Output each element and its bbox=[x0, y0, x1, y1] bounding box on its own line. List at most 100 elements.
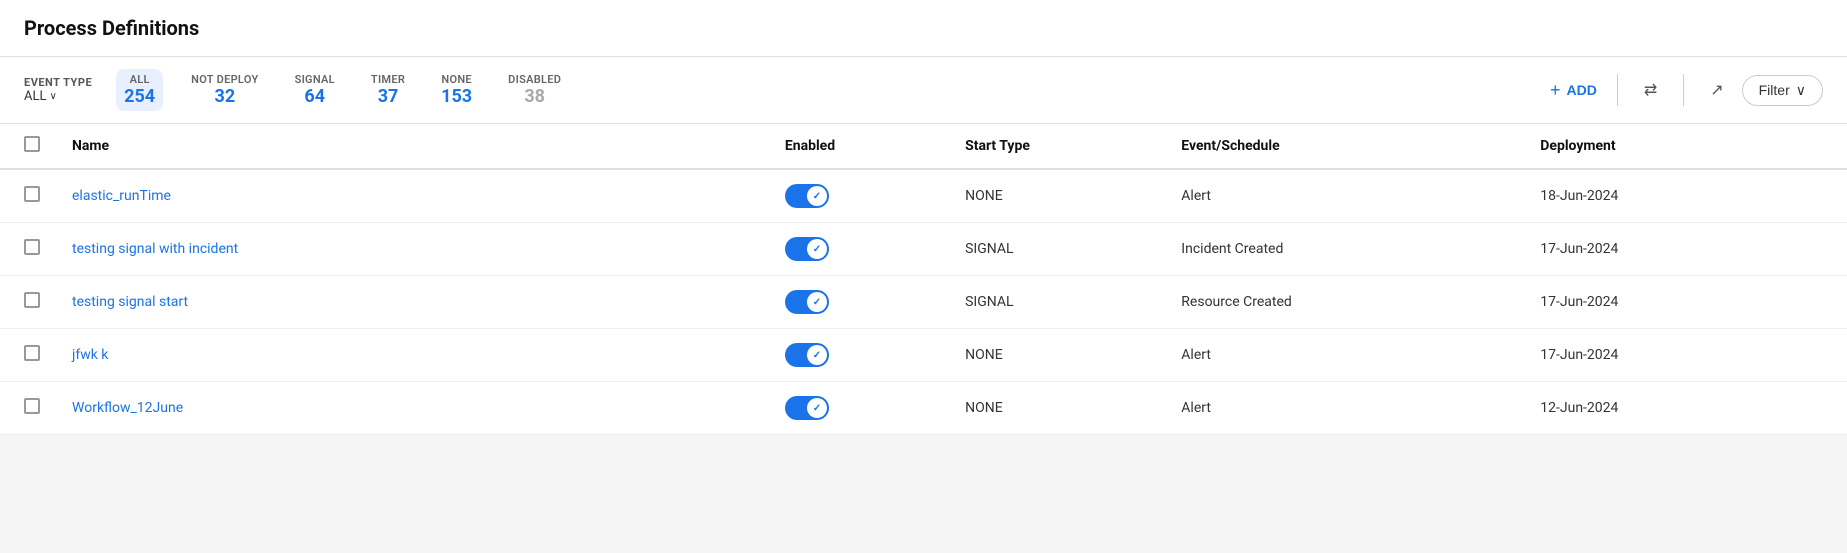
table-row: testing signal start ✓ SIGNALResource Crea… bbox=[0, 276, 1847, 329]
row-enabled-0[interactable]: ✓ bbox=[769, 169, 949, 223]
row-start-type-0: NONE bbox=[949, 169, 1165, 223]
name-link-2[interactable]: testing signal start bbox=[72, 294, 188, 310]
toolbar-actions: + ADD ⇄ ↗ Filter ∨ bbox=[1550, 74, 1823, 106]
col-header-enabled: Enabled bbox=[769, 124, 949, 169]
row-checkbox-1[interactable] bbox=[0, 223, 56, 276]
checkbox-3[interactable] bbox=[24, 345, 40, 361]
toggle-check-icon-4: ✓ bbox=[813, 403, 821, 414]
event-type-label-group: EVENT TYPE ALL ∨ bbox=[24, 76, 92, 104]
download-button[interactable]: ↗ bbox=[1704, 76, 1729, 104]
row-checkbox-4[interactable] bbox=[0, 382, 56, 435]
chevron-down-icon: ∨ bbox=[49, 91, 56, 102]
event-type-value: ALL bbox=[24, 89, 46, 104]
row-checkbox-0[interactable] bbox=[0, 169, 56, 223]
row-checkbox-2[interactable] bbox=[0, 276, 56, 329]
tab-disabled[interactable]: DISABLED38 bbox=[500, 69, 569, 111]
row-enabled-3[interactable]: ✓ bbox=[769, 329, 949, 382]
tab-group: ALL254 NOT DEPLOY32 SIGNAL64 TIMER37 NONE153… bbox=[116, 69, 569, 111]
table-header-row: Name Enabled Start Type Event/Schedule D… bbox=[0, 124, 1847, 169]
toggle-3[interactable]: ✓ bbox=[785, 343, 829, 367]
tab-label-not_deploy: NOT DEPLOY bbox=[191, 73, 258, 86]
row-deployment-3: 17-Jun-2024 bbox=[1524, 329, 1847, 382]
tab-label-none: NONE bbox=[441, 73, 472, 86]
toolbar-divider-2 bbox=[1683, 74, 1684, 106]
page-title-bar: Process Definitions bbox=[0, 0, 1847, 57]
row-enabled-1[interactable]: ✓ bbox=[769, 223, 949, 276]
row-start-type-2: SIGNAL bbox=[949, 276, 1165, 329]
tab-all[interactable]: ALL254 bbox=[116, 69, 163, 111]
event-type-label: EVENT TYPE bbox=[24, 76, 92, 89]
tab-count-timer: 37 bbox=[378, 86, 399, 107]
select-all-checkbox[interactable] bbox=[24, 136, 40, 152]
add-button[interactable]: + ADD bbox=[1550, 80, 1597, 101]
page-title: Process Definitions bbox=[24, 16, 1823, 40]
main-content: Name Enabled Start Type Event/Schedule D… bbox=[0, 124, 1847, 547]
row-deployment-2: 17-Jun-2024 bbox=[1524, 276, 1847, 329]
row-checkbox-3[interactable] bbox=[0, 329, 56, 382]
row-deployment-4: 12-Jun-2024 bbox=[1524, 382, 1847, 435]
tab-not_deploy[interactable]: NOT DEPLOY32 bbox=[183, 69, 266, 111]
chevron-down-icon: ∨ bbox=[1796, 82, 1806, 99]
toggle-check-icon-1: ✓ bbox=[813, 244, 821, 255]
tab-count-none: 153 bbox=[441, 86, 472, 107]
tab-count-signal: 64 bbox=[304, 86, 325, 107]
toggle-2[interactable]: ✓ bbox=[785, 290, 829, 314]
table-row: jfwk k ✓ NONEAlert17-Jun-2024 bbox=[0, 329, 1847, 382]
tab-none[interactable]: NONE153 bbox=[433, 69, 480, 111]
col-header-start-type: Start Type bbox=[949, 124, 1165, 169]
checkbox-1[interactable] bbox=[24, 239, 40, 255]
toggle-check-icon-2: ✓ bbox=[813, 297, 821, 308]
row-deployment-0: 18-Jun-2024 bbox=[1524, 169, 1847, 223]
table-wrapper[interactable]: Name Enabled Start Type Event/Schedule D… bbox=[0, 124, 1847, 547]
row-name-0: elastic_runTime bbox=[56, 169, 769, 223]
table-row: testing signal with incident ✓ SIGNALIncid… bbox=[0, 223, 1847, 276]
tab-label-all: ALL bbox=[130, 73, 150, 86]
toggle-4[interactable]: ✓ bbox=[785, 396, 829, 420]
name-link-0[interactable]: elastic_runTime bbox=[72, 188, 171, 204]
plus-icon: + bbox=[1550, 80, 1561, 101]
row-start-type-3: NONE bbox=[949, 329, 1165, 382]
col-header-name: Name bbox=[56, 124, 769, 169]
row-start-type-1: SIGNAL bbox=[949, 223, 1165, 276]
name-link-1[interactable]: testing signal with incident bbox=[72, 241, 238, 257]
toggle-knob-2: ✓ bbox=[807, 292, 827, 312]
row-event-schedule-2: Resource Created bbox=[1165, 276, 1524, 329]
checkbox-4[interactable] bbox=[24, 398, 40, 414]
toggle-knob-1: ✓ bbox=[807, 239, 827, 259]
table-row: Workflow_12June ✓ NONEAlert12-Jun-2024 bbox=[0, 382, 1847, 435]
toolbar-divider bbox=[1617, 74, 1618, 106]
toggle-0[interactable]: ✓ bbox=[785, 184, 829, 208]
row-name-2: testing signal start bbox=[56, 276, 769, 329]
row-enabled-2[interactable]: ✓ bbox=[769, 276, 949, 329]
tab-timer[interactable]: TIMER37 bbox=[363, 69, 413, 111]
row-event-schedule-1: Incident Created bbox=[1165, 223, 1524, 276]
checkbox-0[interactable] bbox=[24, 186, 40, 202]
event-type-dropdown[interactable]: ALL ∨ bbox=[24, 89, 57, 104]
tab-count-not_deploy: 32 bbox=[215, 86, 236, 107]
filter-button[interactable]: Filter ∨ bbox=[1742, 75, 1823, 106]
row-start-type-4: NONE bbox=[949, 382, 1165, 435]
name-link-3[interactable]: jfwk k bbox=[72, 347, 108, 363]
table-container: Name Enabled Start Type Event/Schedule D… bbox=[0, 124, 1847, 435]
row-enabled-4[interactable]: ✓ bbox=[769, 382, 949, 435]
tab-label-timer: TIMER bbox=[371, 73, 405, 86]
filter-label: Filter bbox=[1759, 82, 1790, 98]
tab-signal[interactable]: SIGNAL64 bbox=[287, 69, 343, 111]
row-event-schedule-4: Alert bbox=[1165, 382, 1524, 435]
row-event-schedule-0: Alert bbox=[1165, 169, 1524, 223]
filter-lines-button[interactable]: ⇄ bbox=[1638, 76, 1663, 104]
select-all-header[interactable] bbox=[0, 124, 56, 169]
row-name-3: jfwk k bbox=[56, 329, 769, 382]
name-link-4[interactable]: Workflow_12June bbox=[72, 400, 183, 416]
checkbox-2[interactable] bbox=[24, 292, 40, 308]
process-table: Name Enabled Start Type Event/Schedule D… bbox=[0, 124, 1847, 435]
row-name-4: Workflow_12June bbox=[56, 382, 769, 435]
row-name-1: testing signal with incident bbox=[56, 223, 769, 276]
toggle-1[interactable]: ✓ bbox=[785, 237, 829, 261]
tab-count-disabled: 38 bbox=[524, 86, 545, 107]
row-event-schedule-3: Alert bbox=[1165, 329, 1524, 382]
row-deployment-1: 17-Jun-2024 bbox=[1524, 223, 1847, 276]
add-label: ADD bbox=[1566, 82, 1596, 98]
col-header-deployment: Deployment bbox=[1524, 124, 1847, 169]
toggle-check-icon-0: ✓ bbox=[813, 191, 821, 202]
